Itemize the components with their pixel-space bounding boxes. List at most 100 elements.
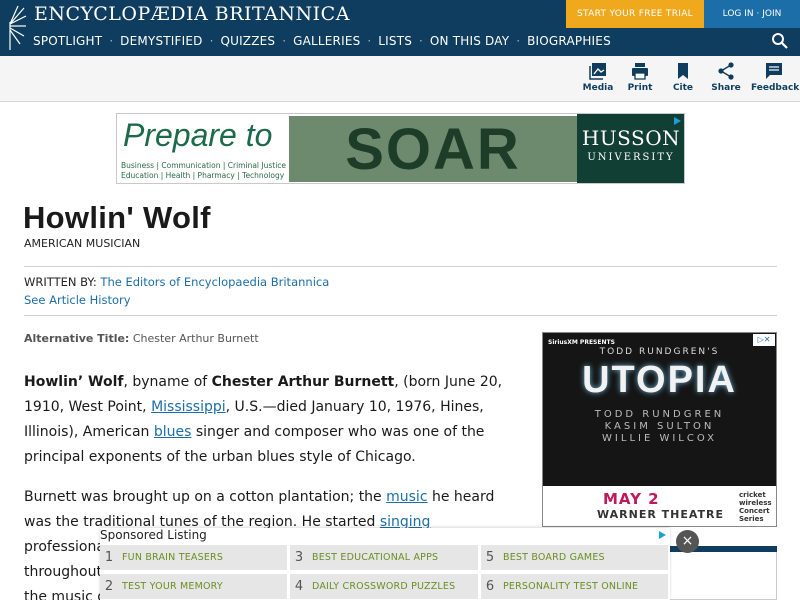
sponsored-item-label: BEST BOARD GAMES <box>503 552 605 563</box>
nav-item-quizzes[interactable]: QUIZZES <box>220 34 275 48</box>
sponsored-item[interactable]: 4 DAILY CROSSWORD PUZZLES <box>290 574 478 599</box>
share-icon <box>718 62 734 80</box>
nav-separator: · <box>109 34 114 48</box>
banner-ad-brand-name: HUSSON <box>581 126 681 150</box>
divider <box>24 315 777 316</box>
nav-item-lists[interactable]: LISTS <box>378 34 412 48</box>
performer-name: WILLIE WILCOX <box>602 433 717 444</box>
sponsored-item-number: 2 <box>104 579 114 594</box>
share-label: Share <box>711 83 741 93</box>
sponsored-item-label: DAILY CROSSWORD PUZZLES <box>312 581 456 592</box>
print-label: Print <box>627 83 653 93</box>
sponsored-item[interactable]: 6 PERSONALITY TEST ONLINE <box>481 574 668 599</box>
nav-separator: · <box>282 34 287 48</box>
side-ad-performers: TODD RUNDGREN KASIM SULTON WILLIE WILCOX <box>543 409 776 445</box>
alternative-title: Alternative Title: Chester Arthur Burnet… <box>24 332 259 345</box>
banner-ad-brand-sub: UNIVERSITY <box>587 152 675 163</box>
text-run: throughout <box>24 564 102 580</box>
sponsored-item[interactable]: 5 BEST BOARD GAMES <box>481 545 668 570</box>
nav-separator: · <box>516 34 521 48</box>
nav-item-demystified[interactable]: DEMYSTIFIED <box>120 34 202 48</box>
feedback-button[interactable]: Feedback <box>751 62 800 93</box>
mississippi-link[interactable]: Mississippi <box>151 399 226 415</box>
bookmark-icon <box>678 63 688 79</box>
side-ad-show: UTOPIA <box>582 359 737 401</box>
page-title: Howlin' Wolf <box>23 200 211 235</box>
banner-ad-tagline-line: Business | Communication | Criminal Just… <box>121 161 287 170</box>
adchoices-icon[interactable] <box>657 530 667 540</box>
sponsored-item[interactable]: 1 FUN BRAIN TEASERS <box>100 545 287 570</box>
blues-link[interactable]: blues <box>154 424 192 440</box>
free-trial-button[interactable]: START YOUR FREE TRIAL <box>566 0 704 28</box>
feedback-icon <box>766 63 782 79</box>
banner-ad-soar: SOAR <box>289 116 577 182</box>
sponsored-item-number: 4 <box>294 579 304 594</box>
sponsored-item-number: 1 <box>104 550 114 565</box>
divider <box>24 266 777 267</box>
banner-ad-tagline: Business | Communication | Criminal Just… <box>121 161 291 181</box>
sponsored-item-number: 3 <box>294 550 304 565</box>
sponsored-item-label: PERSONALITY TEST ONLINE <box>503 581 639 592</box>
ad-close-icon[interactable]: ▷✕ <box>753 334 775 346</box>
nav-item-spotlight[interactable]: SPOTLIGHT <box>33 34 102 48</box>
page-subtitle: AMERICAN MUSICIAN <box>24 237 141 250</box>
text-run: Burnett was brought up on a cotton plant… <box>24 489 387 505</box>
subject-full-name: Chester Arthur Burnett <box>211 374 395 390</box>
side-ad-venue: WARNER THEATRE <box>597 508 725 521</box>
cite-label: Cite <box>672 83 694 93</box>
banner-ad-headline: Prepare to <box>123 117 273 153</box>
side-ad-headliner: TODD RUNDGREN'S <box>599 347 720 357</box>
media-icon <box>589 63 606 80</box>
article-paragraph: Howlin’ Wolf, byname of Chester Arthur B… <box>24 370 524 470</box>
close-icon[interactable]: × <box>676 530 699 553</box>
article-history-link[interactable]: See Article History <box>24 293 131 307</box>
side-ad[interactable]: SiriusXM PRESENTS TODD RUNDGREN'S UTOPIA… <box>542 332 777 527</box>
sponsored-item-number: 6 <box>485 579 495 594</box>
nav-separator: · <box>209 34 214 48</box>
share-button[interactable]: Share <box>703 62 749 93</box>
nav-item-biographies[interactable]: BIOGRAPHIES <box>527 34 611 48</box>
subject-name: Howlin’ Wolf <box>24 374 124 390</box>
side-ad-footer: MAY 2 WARNER THEATRE cricket wireless Co… <box>543 486 776 526</box>
side-ad-date: MAY 2 <box>603 490 660 508</box>
alternative-title-label: Alternative Title: <box>24 332 130 345</box>
feedback-label: Feedback <box>751 83 800 93</box>
text-run: the music o <box>24 589 106 600</box>
site-header: ENCYCLOPÆDIA BRITANNICA START YOUR FREE … <box>0 0 800 56</box>
performer-name: TODD RUNDGREN <box>594 409 725 420</box>
byline: WRITTEN BY: The Editors of Encyclopaedia… <box>24 275 329 289</box>
sponsored-item-label: TEST YOUR MEMORY <box>122 581 223 592</box>
sponsored-listing-title: Sponsored Listing <box>100 528 207 542</box>
author-link[interactable]: The Editors of Encyclopaedia Britannica <box>100 275 329 289</box>
side-ad-presenter: SiriusXM PRESENTS <box>548 339 615 346</box>
side-ad-sponsor: cricket wireless Concert Series <box>739 491 772 523</box>
print-icon <box>632 63 648 80</box>
nav-separator: · <box>419 34 423 48</box>
byline-label: WRITTEN BY: <box>24 275 97 289</box>
sponsored-listing: Sponsored Listing 1 FUN BRAIN TEASERS 3 … <box>100 528 670 600</box>
site-logo-text[interactable]: ENCYCLOPÆDIA BRITANNICA <box>34 3 350 25</box>
performer-name: KASIM SULTON <box>604 421 715 432</box>
login-join-button[interactable]: LOG IN · JOIN <box>704 0 800 28</box>
nav-item-on-this-day[interactable]: ON THIS DAY <box>430 34 509 48</box>
sponsored-item[interactable]: 2 TEST YOUR MEMORY <box>100 574 287 599</box>
adchoices-icon[interactable] <box>672 116 682 126</box>
banner-ad[interactable]: Prepare to Business | Communication | Cr… <box>116 113 685 184</box>
banner-ad-brand: HUSSON UNIVERSITY <box>577 114 684 183</box>
sponsored-item-label: FUN BRAIN TEASERS <box>122 552 224 563</box>
alternative-title-value: Chester Arthur Burnett <box>132 332 259 345</box>
nav-item-galleries[interactable]: GALLERIES <box>293 34 360 48</box>
print-button[interactable]: Print <box>617 62 663 93</box>
main-nav: SPOTLIGHT · DEMYSTIFIED · QUIZZES · GALL… <box>0 28 611 54</box>
search-icon[interactable] <box>771 32 789 50</box>
sponsored-item-number: 5 <box>485 550 495 565</box>
text-run: , byname of <box>123 374 212 390</box>
nav-separator: · <box>367 34 372 48</box>
music-link[interactable]: music <box>386 489 427 505</box>
sponsored-item[interactable]: 3 BEST EDUCATIONAL APPS <box>290 545 478 570</box>
article-toolbar: Media Print Cite Share Feedback <box>0 56 800 102</box>
media-button[interactable]: Media <box>575 62 621 93</box>
cite-button[interactable]: Cite <box>660 62 706 93</box>
sponsored-item-label: BEST EDUCATIONAL APPS <box>312 552 439 563</box>
banner-ad-tagline-line: Education | Health | Pharmacy | Technolo… <box>121 171 285 180</box>
